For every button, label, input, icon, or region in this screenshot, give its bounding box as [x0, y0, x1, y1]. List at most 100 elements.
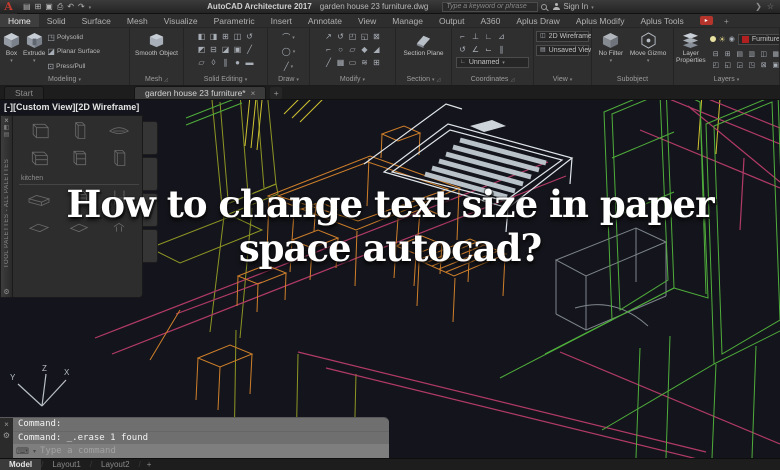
tab-visualize[interactable]: Visualize [156, 14, 206, 27]
solid-tool-icon[interactable]: ◨ [210, 32, 218, 41]
layer-properties-button[interactable]: Layer Properties [676, 30, 706, 74]
tab-aplus-draw[interactable]: Aplus Draw [508, 14, 567, 27]
tab-manage[interactable]: Manage [384, 14, 431, 27]
layer-tool-icon[interactable]: ◱ [724, 61, 731, 69]
redo-icon[interactable]: ↷ [78, 2, 85, 11]
move-gizmo-button[interactable]: Move Gizmo [630, 30, 666, 74]
save-icon[interactable]: ▣ [45, 2, 53, 11]
panel-label-subobject[interactable]: Subobject [592, 74, 673, 85]
layer-tool-icon[interactable]: ◳ [748, 61, 755, 69]
solid-tool-icon[interactable]: ⊟ [210, 45, 217, 54]
no-filter-button[interactable]: No Filter [599, 30, 623, 74]
section-plane-button[interactable]: Section Plane [403, 30, 444, 74]
layer-tool-icon[interactable]: ◲ [736, 61, 743, 69]
palette-close-icon[interactable]: × [4, 117, 9, 125]
ucs-tool-icon[interactable]: ↺ [459, 45, 466, 54]
modify-tool-icon[interactable]: ◢ [373, 45, 379, 54]
open-icon[interactable]: ⊞ [35, 2, 42, 11]
tab-parametric[interactable]: Parametric [206, 14, 263, 27]
layer-tool-icon[interactable]: ⊞ [725, 50, 731, 58]
layer-tool-icon[interactable]: ⊠ [761, 61, 767, 69]
layer-color-swatch[interactable] [741, 35, 749, 43]
add-ribbon-tab-icon[interactable]: + [716, 15, 737, 27]
modify-tool-icon[interactable]: ⊠ [373, 32, 380, 41]
layer-lock-icon[interactable]: ◉ [729, 35, 735, 44]
command-dropdown-icon[interactable]: ▾ [33, 448, 36, 455]
palette-autohide-icon[interactable]: ◧ [4, 125, 10, 132]
polysolid-button[interactable]: ◳ Polysolid [47, 33, 100, 42]
tab-view[interactable]: View [350, 14, 384, 27]
layer-tool-icon[interactable]: ▦ [772, 50, 779, 58]
panel-label-modeling[interactable]: Modeling [0, 74, 129, 85]
solid-tool-icon[interactable]: ▱ [198, 58, 204, 67]
visual-style-combo[interactable]: ◫ 2D Wireframe [536, 31, 591, 42]
sign-in-button[interactable]: Sign In [563, 2, 588, 11]
viewport-controls-label[interactable]: [-][Custom View][2D Wireframe] [4, 102, 139, 112]
layer-tool-icon[interactable]: ⊟ [713, 50, 719, 58]
search-icon[interactable] [541, 3, 548, 10]
tab-home[interactable]: Home [0, 14, 39, 27]
layer-tool-icon[interactable]: ◫ [760, 50, 767, 58]
layout1-tab[interactable]: Layout1 [43, 459, 89, 470]
panel-label-view[interactable]: View [534, 74, 591, 85]
box-button[interactable]: Box [2, 30, 21, 74]
tab-surface[interactable]: Surface [74, 14, 119, 27]
solid-tool-icon[interactable]: ◊ [212, 58, 216, 67]
palette-item[interactable] [106, 148, 132, 173]
solid-tool-icon[interactable]: ● [235, 58, 240, 67]
tab-aplus-modify[interactable]: Aplus Modify [568, 14, 633, 27]
solid-tool-icon[interactable]: ∥ [224, 58, 228, 67]
ucs-tool-icon[interactable]: ∠ [472, 45, 479, 54]
solid-tool-icon[interactable]: ◧ [198, 32, 206, 41]
palette-item[interactable] [66, 148, 92, 173]
solid-tool-icon[interactable]: ▬ [246, 58, 254, 67]
layer-tool-icon[interactable]: ▤ [736, 50, 743, 58]
plot-icon[interactable]: ⎙ [57, 2, 63, 12]
solid-tool-icon[interactable]: ▣ [234, 45, 242, 54]
palette-item[interactable] [106, 121, 132, 146]
new-layout-icon[interactable]: + [141, 459, 158, 470]
palette-properties-icon[interactable]: ▤ [4, 132, 10, 139]
layer-tool-icon[interactable]: ▥ [748, 50, 755, 58]
tab-solid[interactable]: Solid [39, 14, 74, 27]
solid-tool-icon[interactable]: ⊞ [222, 32, 229, 41]
modify-tool-icon[interactable]: ↗ [325, 32, 332, 41]
close-tab-icon[interactable] [251, 88, 256, 98]
tab-output[interactable]: Output [431, 14, 473, 27]
press-pull-button[interactable]: ⊡ Press/Pull [47, 62, 100, 71]
modify-tool-icon[interactable]: ▱ [349, 45, 355, 54]
panel-label-draw[interactable]: Draw [268, 74, 309, 85]
current-layer-combo[interactable]: Furniture [737, 33, 779, 45]
qat-dropdown-icon[interactable] [89, 2, 92, 11]
sign-in-dropdown-icon[interactable] [591, 2, 594, 11]
modify-tool-icon[interactable]: ◰ [349, 32, 357, 41]
modify-tool-icon[interactable]: ◱ [361, 32, 369, 41]
solid-tool-icon[interactable]: ↺ [246, 32, 253, 41]
modify-tool-icon[interactable]: ○ [338, 45, 343, 54]
modify-tool-icon[interactable]: ≋ [361, 58, 368, 67]
command-window[interactable]: × ⚙ Command: Command: _.erase 1 found ⌨ … [0, 417, 389, 458]
media-play-icon[interactable]: ▸ [699, 16, 713, 25]
ucs-tool-icon[interactable]: ∟ [485, 32, 493, 41]
modify-tool-icon[interactable]: ▭ [349, 58, 357, 67]
tab-annotate[interactable]: Annotate [300, 14, 350, 27]
tab-aplus-tools[interactable]: Aplus Tools [632, 14, 691, 27]
undo-icon[interactable]: ↶ [67, 2, 74, 11]
modify-tool-icon[interactable]: ◆ [361, 45, 367, 54]
ucs-named-combo[interactable]: ∟ Unnamed [456, 57, 529, 68]
ucs-axes-icon[interactable]: Y Z X [8, 362, 74, 412]
ucs-tool-icon[interactable]: ∥ [500, 45, 504, 54]
panel-label-solid-editing[interactable]: Solid Editing [184, 74, 267, 85]
solid-tool-icon[interactable]: ╱ [247, 45, 252, 54]
ucs-tool-icon[interactable]: ⊥ [472, 32, 479, 41]
ucs-tool-icon[interactable]: ⌐ [460, 32, 465, 41]
gear-icon[interactable]: ⚙ [3, 288, 9, 296]
panel-label-mesh[interactable]: Mesh [130, 74, 183, 85]
palette-item[interactable] [66, 121, 92, 146]
chevron-icon[interactable]: ❯ [755, 2, 762, 11]
modify-tool-icon[interactable]: ╱ [326, 58, 331, 67]
line-tool-icon[interactable]: ╱ [284, 62, 293, 71]
command-customize-icon[interactable]: ⚙ [3, 431, 10, 440]
tab-mesh[interactable]: Mesh [119, 14, 156, 27]
palette-item[interactable] [26, 121, 52, 146]
